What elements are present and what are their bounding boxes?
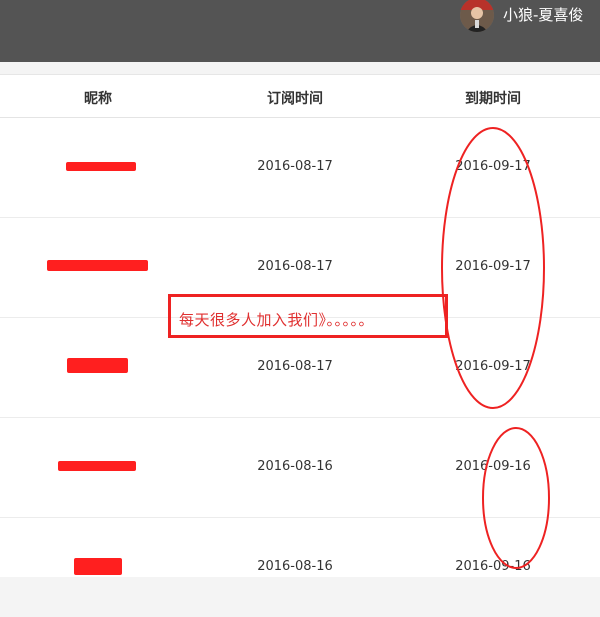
- column-header-nickname: 昵称: [84, 91, 112, 107]
- user-name[interactable]: 小狼-夏喜俊: [503, 4, 583, 25]
- subscribed-date: 2016-08-16: [257, 459, 333, 474]
- subscribed-date: 2016-08-16: [257, 559, 333, 574]
- expiry-date: 2016-09-17: [455, 359, 531, 374]
- table-row: 2016-08-16 2016-09-16: [0, 417, 600, 518]
- expiry-date: 2016-09-17: [455, 159, 531, 174]
- expiry-date: 2016-09-17: [455, 259, 531, 274]
- annotation-note-text: 每天很多人加入我们》。。。。。: [179, 311, 375, 329]
- redacted-nickname: [58, 461, 136, 471]
- redacted-nickname: [67, 358, 128, 373]
- column-header-subscribed: 订阅时间: [267, 91, 323, 107]
- redacted-nickname: [66, 162, 136, 171]
- table-row: 2016-08-16 2016-09-16: [0, 517, 600, 617]
- table-header: 昵称 订阅时间 到期时间: [0, 75, 600, 118]
- subscribed-date: 2016-08-17: [257, 359, 333, 374]
- avatar-portrait-icon: [460, 0, 494, 32]
- redacted-nickname: [74, 558, 122, 575]
- subscribed-date: 2016-08-17: [257, 159, 333, 174]
- table-row: 2016-08-17 2016-09-17: [0, 117, 600, 218]
- annotation-note-box: 每天很多人加入我们》。。。。。: [168, 294, 448, 338]
- top-bar: 小狼-夏喜俊: [0, 0, 600, 62]
- expiry-date: 2016-09-16: [455, 559, 531, 574]
- subscribed-date: 2016-08-17: [257, 259, 333, 274]
- column-header-expires: 到期时间: [465, 91, 521, 107]
- redacted-nickname: [47, 260, 148, 271]
- expiry-date: 2016-09-16: [455, 459, 531, 474]
- user-avatar[interactable]: [460, 0, 494, 32]
